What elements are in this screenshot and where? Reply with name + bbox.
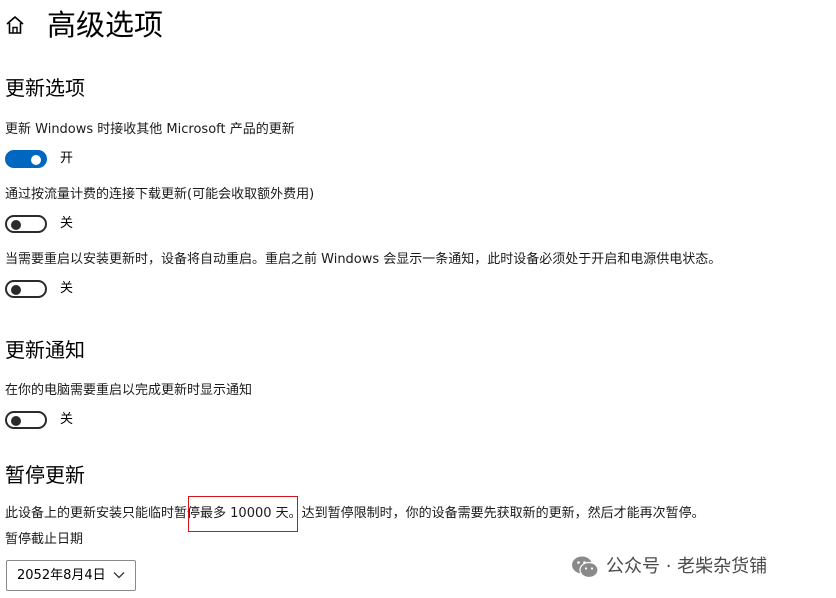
toggle-knob	[11, 285, 21, 295]
chevron-down-icon	[113, 572, 125, 579]
home-icon[interactable]	[4, 14, 26, 36]
pause-date-dropdown[interactable]: 2052年8月4日	[6, 560, 136, 591]
toggle-state-auto-restart: 关	[60, 281, 74, 296]
setting-label-restart-notification: 在你的电脑需要重启以完成更新时显示通知	[5, 383, 253, 398]
pause-description: 此设备上的更新安装只能临时暂停最多 10000 天。达到暂停限制时，你的设备需要…	[5, 505, 705, 523]
pause-description-start: 此设备上的更新安装只能临时	[5, 506, 175, 521]
toggle-state-other-ms-products: 开	[60, 151, 74, 166]
toggle-state-metered-download: 关	[60, 216, 74, 231]
pause-date-label: 暂停截止日期	[5, 532, 84, 547]
toggle-knob	[11, 416, 21, 426]
wechat-icon	[572, 556, 599, 579]
section-heading-update-notifications: 更新通知	[5, 338, 85, 362]
toggle-knob	[11, 220, 21, 230]
page-title: 高级选项	[47, 8, 164, 42]
watermark-text: 公众号 · 老柴杂货铺	[606, 556, 768, 577]
setting-label-auto-restart: 当需要重启以安装更新时，设备将自动重启。重启之前 Windows 会显示一条通知…	[5, 252, 722, 267]
toggle-state-restart-notification: 关	[60, 412, 74, 427]
toggle-metered-download[interactable]	[5, 215, 47, 233]
pause-date-value: 2052年8月4日	[17, 568, 106, 583]
toggle-other-ms-products[interactable]	[5, 150, 47, 168]
toggle-auto-restart[interactable]	[5, 280, 47, 298]
section-heading-update-options: 更新选项	[5, 76, 85, 100]
pause-description-end: 。达到暂停限制时，你的设备需要先获取新的更新，然后才能再次暂停。	[288, 506, 705, 521]
toggle-knob	[31, 155, 41, 165]
setting-label-other-ms-products: 更新 Windows 时接收其他 Microsoft 产品的更新	[5, 122, 295, 137]
highlight-box	[188, 496, 298, 532]
section-heading-pause-updates: 暂停更新	[5, 463, 85, 487]
toggle-restart-notification[interactable]	[5, 411, 47, 429]
setting-label-metered-download: 通过按流量计费的连接下载更新(可能会收取额外费用)	[5, 187, 315, 202]
